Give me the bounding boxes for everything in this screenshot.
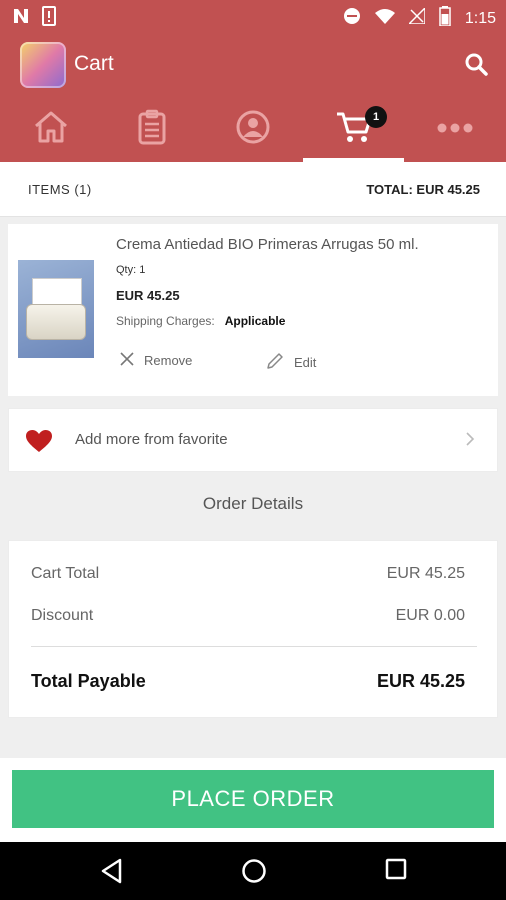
user-icon <box>236 110 270 149</box>
tab-account[interactable] <box>202 96 303 162</box>
shipping-charges: Shipping Charges: Applicable <box>116 314 285 328</box>
status-bar: 1:15 <box>0 0 506 34</box>
product-price: EUR 45.25 <box>116 288 180 303</box>
items-count: ITEMS (1) <box>28 182 92 197</box>
tab-cart[interactable]: 1 <box>303 96 404 162</box>
battery-icon <box>439 6 451 31</box>
cart-total-value: EUR 45.25 <box>386 565 465 582</box>
tab-home[interactable] <box>0 96 101 162</box>
app-logo <box>20 42 66 88</box>
edit-button[interactable]: Edit <box>266 352 316 373</box>
cart-item-card: Crema Antiedad BIO Primeras Arrugas 50 m… <box>8 224 498 396</box>
product-box-graphic <box>32 278 82 306</box>
cart-total-summary: TOTAL: EUR 45.25 <box>366 182 480 197</box>
shipping-label: Shipping Charges: <box>116 314 215 328</box>
product-name[interactable]: Crema Antiedad BIO Primeras Arrugas 50 m… <box>116 236 419 253</box>
tab-orders[interactable] <box>101 96 202 162</box>
clipboard-icon <box>138 109 166 150</box>
search-icon[interactable] <box>464 52 488 81</box>
product-jar-graphic <box>26 304 86 340</box>
home-button-icon[interactable] <box>241 858 267 889</box>
notification-n-icon <box>12 7 30 30</box>
home-icon <box>33 110 69 149</box>
page-title: Cart <box>74 52 114 75</box>
sim-alert-icon <box>42 6 56 31</box>
total-payable-label: Total Payable <box>31 671 146 691</box>
pencil-icon <box>266 352 284 373</box>
more-icon <box>437 120 473 138</box>
order-details-title: Order Details <box>202 494 304 513</box>
wifi-icon <box>374 8 395 29</box>
order-details-card: Cart Total EUR 45.25 Discount EUR 0.00 T… <box>8 540 498 718</box>
recents-icon[interactable] <box>385 858 407 885</box>
add-from-favorite-label: Add more from favorite <box>75 431 228 448</box>
edit-label: Edit <box>294 355 317 370</box>
system-nav-bar <box>0 842 506 900</box>
product-image[interactable] <box>18 260 94 358</box>
clock-time: 1:15 <box>464 9 496 27</box>
total-payable-row: Total Payable EUR 45.25 <box>31 671 465 692</box>
tab-bar: 1 <box>0 96 506 162</box>
close-icon <box>120 352 134 369</box>
place-order-bar: PLACE ORDER <box>0 758 506 842</box>
add-from-favorite-row[interactable]: Add more from favorite <box>8 408 498 472</box>
discount-label: Discount <box>31 607 94 624</box>
divider <box>31 646 477 647</box>
do-not-disturb-icon <box>343 7 361 30</box>
tab-more[interactable] <box>404 96 505 162</box>
cart-total-row: Cart Total EUR 45.25 <box>31 565 465 583</box>
cart-badge: 1 <box>365 106 387 128</box>
chevron-right-icon <box>465 431 475 452</box>
discount-row: Discount EUR 0.00 <box>31 607 465 625</box>
cart-total-label: Cart Total <box>31 565 100 582</box>
shipping-value: Applicable <box>224 314 286 328</box>
remove-button[interactable]: Remove <box>120 352 192 369</box>
product-qty: Qty: 1 <box>116 264 146 276</box>
cart-summary: ITEMS (1) TOTAL: EUR 45.25 <box>0 162 506 217</box>
remove-label: Remove <box>144 353 193 368</box>
total-payable-value: EUR 45.25 <box>376 671 465 691</box>
app-bar: Cart <box>0 34 506 96</box>
discount-value: EUR 0.00 <box>395 607 465 624</box>
back-icon[interactable] <box>100 858 124 889</box>
place-order-button[interactable]: PLACE ORDER <box>12 770 494 828</box>
signal-icon <box>407 6 426 29</box>
heart-icon <box>25 429 53 458</box>
